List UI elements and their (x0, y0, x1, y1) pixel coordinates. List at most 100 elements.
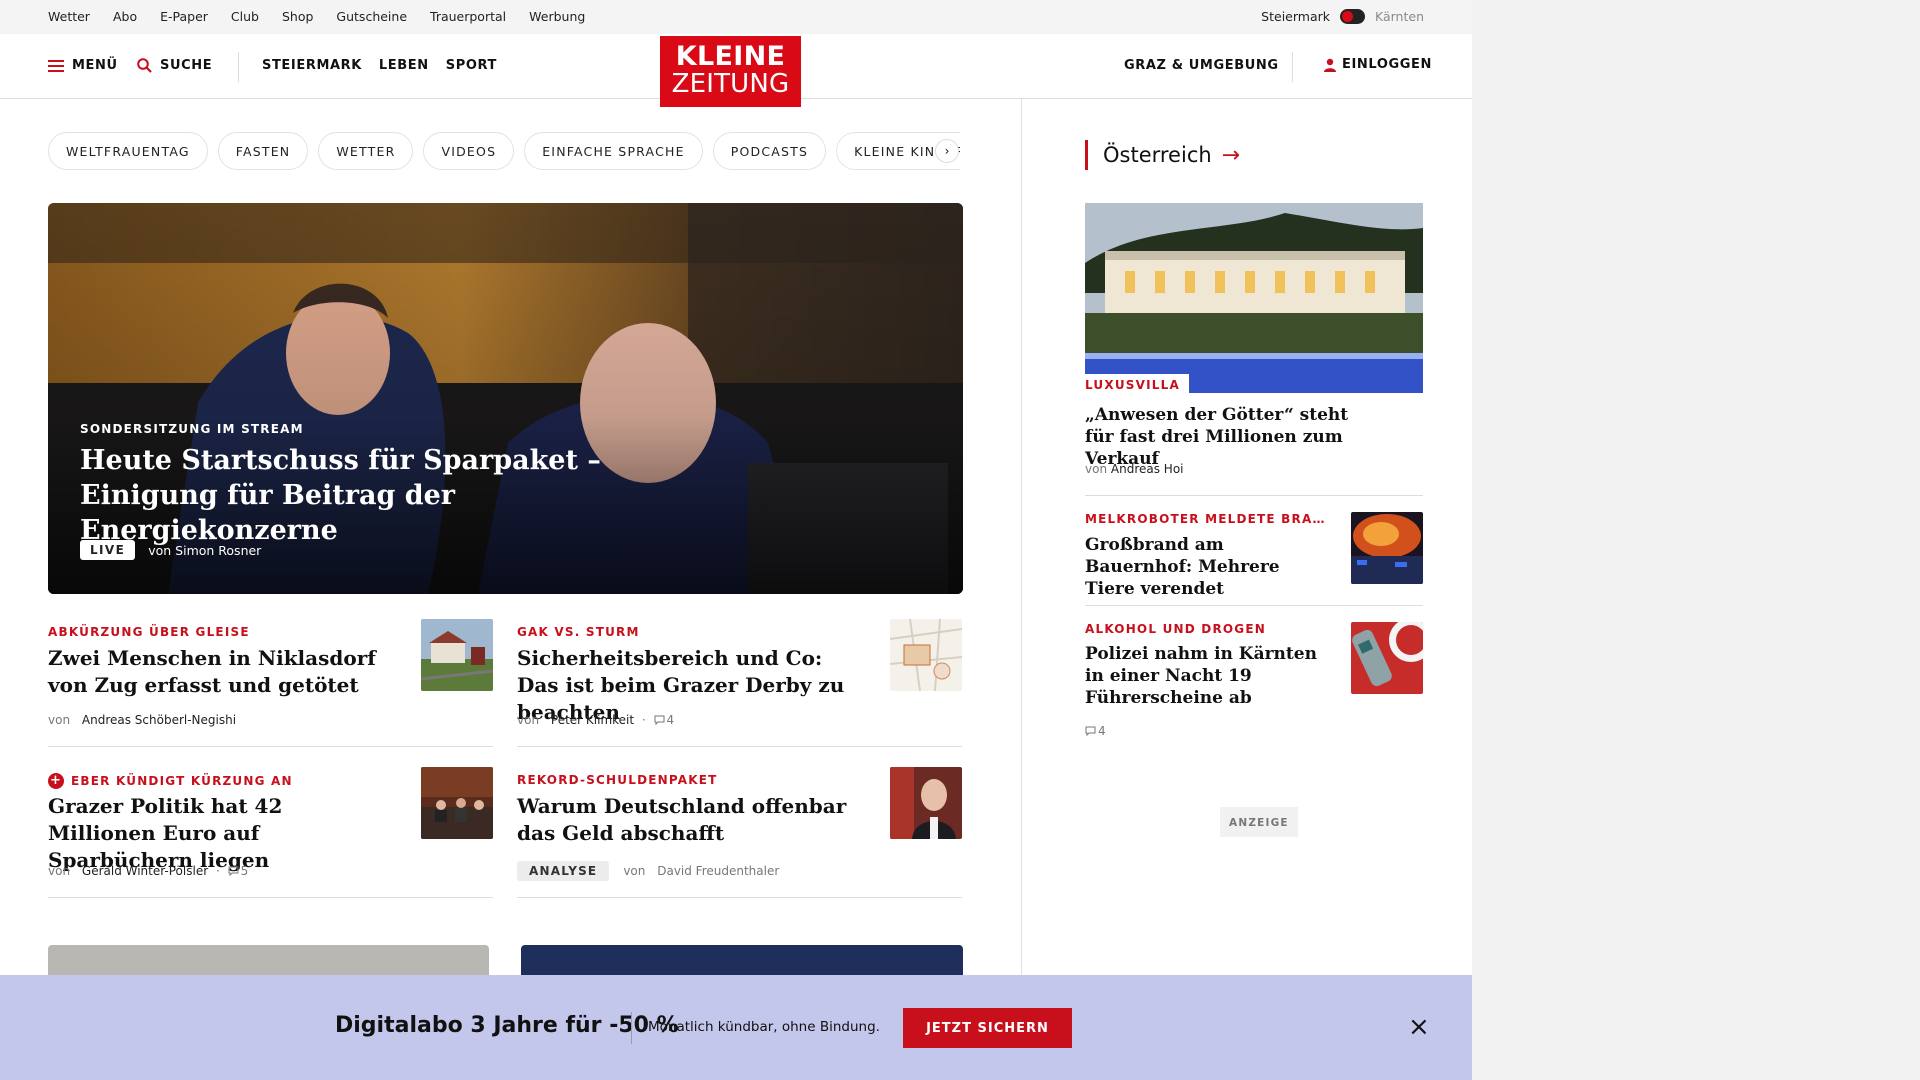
article-teaser[interactable]: GAK VS. STURM Sicherheitsbereich und Co:… (517, 619, 962, 747)
article-thumbnail[interactable] (421, 619, 493, 691)
nav-leben[interactable]: LEBEN (379, 58, 429, 73)
plus-icon: + (48, 773, 64, 789)
comment-count[interactable]: 5 (228, 864, 249, 878)
top-utility-bar: Wetter Abo E-Paper Club Shop Gutscheine … (0, 0, 1472, 34)
article-author[interactable]: Gerald Winter-Pölsler (82, 864, 208, 878)
train-crossing-image (421, 619, 493, 691)
search-label: SUCHE (160, 58, 213, 73)
article-author[interactable]: David Freudenthaler (657, 864, 779, 878)
article-kicker: ABKÜRZUNG ÜBER GLEISE (48, 625, 250, 639)
chip-podcasts[interactable]: PODCASTS (712, 132, 827, 170)
utility-link-shop[interactable]: Shop (282, 9, 313, 24)
comment-count-value: 5 (240, 864, 249, 878)
ad-label: ANZEIGE (1220, 807, 1298, 837)
article-title[interactable]: Zwei Menschen in Niklasdorf von Zug erfa… (48, 645, 378, 699)
sidebar-article-title[interactable]: Polizei nahm in Kärnten in einer Nacht 1… (1085, 643, 1325, 709)
chip-videos[interactable]: VIDEOS (423, 132, 515, 170)
utility-link-trauerportal[interactable]: Trauerportal (430, 9, 506, 24)
article-thumbnail[interactable] (421, 767, 493, 839)
menu-label: MENÜ (72, 58, 118, 73)
sidebar-article-thumbnail[interactable] (1351, 622, 1423, 694)
user-icon (1324, 58, 1336, 72)
council-meeting-image (421, 767, 493, 839)
promo-cta-button[interactable]: JETZT SICHERN (903, 1008, 1072, 1048)
comment-count[interactable]: 4 (1085, 724, 1106, 738)
article-title[interactable]: Grazer Politik hat 42 Millionen Euro auf… (48, 793, 378, 874)
utility-link-club[interactable]: Club (231, 9, 259, 24)
kleine-zeitung-logo[interactable]: KLEINE ZEITUNG (660, 36, 801, 107)
section-heading-oesterreich[interactable]: Österreich → (1085, 140, 1240, 170)
comment-count-value: 4 (1098, 724, 1106, 738)
hero-article[interactable]: SONDERSITZUNG IM STREAM Heute Startschus… (48, 203, 963, 594)
region-toggle[interactable] (1340, 9, 1365, 24)
utility-link-wetter[interactable]: Wetter (48, 9, 90, 24)
comment-icon (228, 866, 239, 876)
utility-link-werbung[interactable]: Werbung (529, 9, 585, 24)
hero-meta: LIVE von Simon Rosner (80, 540, 261, 560)
logo-line-2: ZEITUNG (671, 69, 790, 99)
sidebar-main-title[interactable]: „Anwesen der Götter“ steht für fast drei… (1085, 404, 1375, 470)
sidebar-main-author[interactable]: Andreas Hoi (1111, 462, 1184, 476)
article-thumbnail[interactable] (890, 767, 962, 839)
close-icon[interactable]: × (1408, 1014, 1430, 1040)
arrow-right-icon: → (1221, 142, 1241, 168)
region-kaernten[interactable]: Kärnten (1375, 9, 1424, 24)
search-button[interactable]: SUCHE (137, 58, 212, 73)
article-byline: von Andreas Schöberl-Negishi (48, 713, 236, 727)
chip-wetter[interactable]: WETTER (318, 132, 414, 170)
article-byline: von Gerald Winter-Pölsler · 5 (48, 864, 249, 878)
page: Wetter Abo E-Paper Club Shop Gutscheine … (0, 0, 1472, 1080)
article-byline: ANALYSE von David Freudenthaler (517, 861, 779, 881)
section-heading-label: Österreich (1103, 143, 1212, 167)
utility-link-abo[interactable]: Abo (113, 9, 137, 24)
sidebar-article[interactable]: ALKOHOL UND DROGEN Polizei nahm in Kärnt… (1085, 605, 1423, 738)
login-button[interactable]: EINLOGGEN (1324, 57, 1432, 72)
region-switch: Steiermark Kärnten (1261, 9, 1424, 24)
region-steiermark[interactable]: Steiermark (1261, 9, 1330, 24)
utility-link-gutscheine[interactable]: Gutscheine (336, 9, 407, 24)
politician-portrait-image (890, 767, 962, 839)
article-author[interactable]: Peter Klimkeit (551, 713, 634, 727)
article-teaser[interactable]: ABKÜRZUNG ÜBER GLEISE Zwei Menschen in N… (48, 619, 493, 747)
promo-headline: Digitalabo 3 Jahre für -50 % (335, 1013, 679, 1038)
article-title[interactable]: Warum Deutschland offenbar das Geld absc… (517, 793, 847, 847)
promo-subtext: Monatlich kündbar, ohne Bindung. (648, 1019, 880, 1035)
sidebar-main-kicker: LUXUSVILLA (1085, 374, 1189, 395)
header-divider (1292, 52, 1293, 82)
chip-einfache-sprache[interactable]: EINFACHE SPRACHE (524, 132, 703, 170)
nav-steiermark[interactable]: STEIERMARK (262, 58, 362, 73)
hero-title[interactable]: Heute Startschuss für Sparpaket – Einigu… (80, 443, 720, 548)
chip-fasten[interactable]: FASTEN (217, 132, 309, 170)
byline-prefix: von (48, 713, 71, 727)
sidebar-article-title[interactable]: Großbrand am Bauernhof: Mehrere Tiere ve… (1085, 534, 1325, 600)
comment-count-value: 4 (666, 713, 675, 727)
hero-author[interactable]: Simon Rosner (175, 543, 261, 558)
sidebar-article-kicker: MELKROBOTER MELDETE BRA… (1085, 512, 1326, 526)
sidebar-main-image[interactable] (1085, 203, 1423, 393)
subscription-banner: Digitalabo 3 Jahre für -50 % Monatlich k… (0, 975, 1472, 1080)
chips-next-button[interactable]: › (935, 139, 959, 163)
local-edition-link[interactable]: GRAZ & UMGEBUNG (1124, 58, 1279, 73)
article-author[interactable]: Andreas Schöberl-Negishi (82, 713, 236, 727)
sidebar-article-thumbnail[interactable] (1351, 512, 1423, 584)
header-divider (238, 52, 239, 82)
utility-link-epaper[interactable]: E-Paper (160, 9, 208, 24)
comment-count[interactable]: 4 (654, 713, 675, 727)
utility-links: Wetter Abo E-Paper Club Shop Gutscheine … (48, 9, 585, 24)
menu-button[interactable]: MENÜ (48, 58, 118, 73)
chip-weltfrauentag[interactable]: WELTFRAUENTAG (48, 132, 208, 170)
nav-sport[interactable]: SPORT (446, 58, 497, 73)
topic-chips: WELTFRAUENTAG FASTEN WETTER VIDEOS EINFA… (48, 132, 960, 170)
breathalyzer-image (1351, 622, 1423, 694)
article-thumbnail[interactable] (890, 619, 962, 691)
logo-line-1: KLEINE (675, 41, 786, 72)
comment-icon (1085, 726, 1096, 736)
article-kicker-text: EBER KÜNDIGT KÜRZUNG AN (71, 774, 293, 788)
byline-prefix: von (1085, 462, 1108, 476)
article-teaser[interactable]: REKORD-SCHULDENPAKET Warum Deutschland o… (517, 767, 962, 898)
article-teaser[interactable]: + EBER KÜNDIGT KÜRZUNG AN Grazer Politik … (48, 767, 493, 898)
page-background (1472, 0, 1920, 1080)
byline-prefix: von (517, 713, 540, 727)
sidebar-article[interactable]: MELKROBOTER MELDETE BRA… Großbrand am Ba… (1085, 495, 1423, 605)
stadium-map-image (890, 619, 962, 691)
